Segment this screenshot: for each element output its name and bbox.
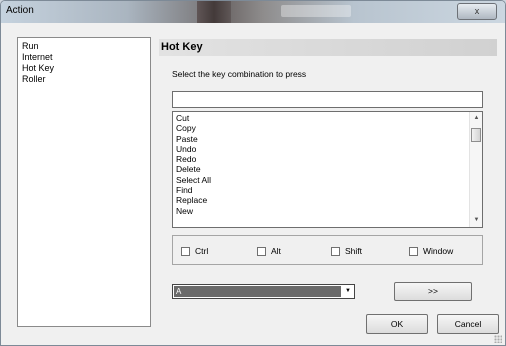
title-bar[interactable]: Action x bbox=[1, 1, 505, 23]
resize-grip-icon[interactable] bbox=[494, 335, 502, 343]
checkbox-box[interactable] bbox=[257, 246, 266, 256]
list-item[interactable]: Find bbox=[176, 185, 211, 195]
action-dialog: Action x Run Internet Hot Key Roller Hot… bbox=[0, 0, 506, 346]
list-item[interactable]: Undo bbox=[176, 144, 211, 154]
list-item[interactable]: Select All bbox=[176, 175, 211, 185]
list-item[interactable]: Copy bbox=[176, 123, 211, 133]
list-item[interactable]: Redo bbox=[176, 154, 211, 164]
list-item[interactable]: Replace bbox=[176, 195, 211, 205]
modifier-keys-group: Ctrl Alt Shift Window bbox=[172, 235, 483, 265]
ok-button[interactable]: OK bbox=[366, 314, 428, 334]
hot-key-input[interactable] bbox=[172, 91, 483, 108]
checkbox-label: Window bbox=[423, 246, 454, 256]
action-type-item-internet[interactable]: Internet bbox=[18, 52, 150, 63]
list-item[interactable]: Delete bbox=[176, 164, 211, 174]
section-title: Hot Key bbox=[159, 39, 497, 56]
action-type-item-roller[interactable]: Roller bbox=[18, 74, 150, 85]
key-select-dropdown[interactable]: A ▼ bbox=[172, 284, 355, 299]
scroll-down-icon[interactable]: ▼ bbox=[470, 214, 482, 227]
close-button[interactable]: x bbox=[457, 3, 497, 20]
list-scrollbar[interactable]: ▲ ▼ bbox=[469, 112, 482, 227]
action-type-item-run[interactable]: Run bbox=[18, 41, 150, 52]
checkbox-box[interactable] bbox=[181, 246, 190, 256]
chevron-down-icon[interactable]: ▼ bbox=[342, 285, 354, 298]
cancel-button[interactable]: Cancel bbox=[437, 314, 499, 334]
checkbox-label: Alt bbox=[271, 246, 281, 256]
key-select-value: A bbox=[174, 286, 341, 297]
title-bar-background-ghost bbox=[281, 5, 351, 17]
hot-key-list-items: Cut Copy Paste Undo Redo Delete Select A… bbox=[176, 113, 211, 216]
checkbox-label: Shift bbox=[345, 246, 363, 256]
window-checkbox[interactable]: Window bbox=[409, 246, 453, 256]
checkbox-box[interactable] bbox=[331, 246, 340, 256]
assign-key-button[interactable]: >> bbox=[394, 282, 472, 301]
checkbox-box[interactable] bbox=[409, 246, 418, 256]
action-type-item-hot-key[interactable]: Hot Key bbox=[18, 63, 150, 74]
checkbox-label: Ctrl bbox=[195, 246, 209, 256]
list-item[interactable]: New bbox=[176, 206, 211, 216]
action-type-list[interactable]: Run Internet Hot Key Roller bbox=[17, 37, 151, 327]
instruction-label: Select the key combination to press bbox=[172, 69, 307, 79]
ctrl-checkbox[interactable]: Ctrl bbox=[181, 246, 208, 256]
scrollbar-thumb[interactable] bbox=[471, 128, 481, 142]
scroll-up-icon[interactable]: ▲ bbox=[470, 112, 482, 125]
shift-checkbox[interactable]: Shift bbox=[331, 246, 362, 256]
title-bar-background-shade bbox=[197, 1, 231, 23]
hot-key-list[interactable]: Cut Copy Paste Undo Redo Delete Select A… bbox=[172, 111, 483, 228]
alt-checkbox[interactable]: Alt bbox=[257, 246, 281, 256]
close-icon: x bbox=[474, 6, 480, 16]
window-title: Action bbox=[6, 5, 34, 16]
list-item[interactable]: Paste bbox=[176, 134, 211, 144]
list-item[interactable]: Cut bbox=[176, 113, 211, 123]
